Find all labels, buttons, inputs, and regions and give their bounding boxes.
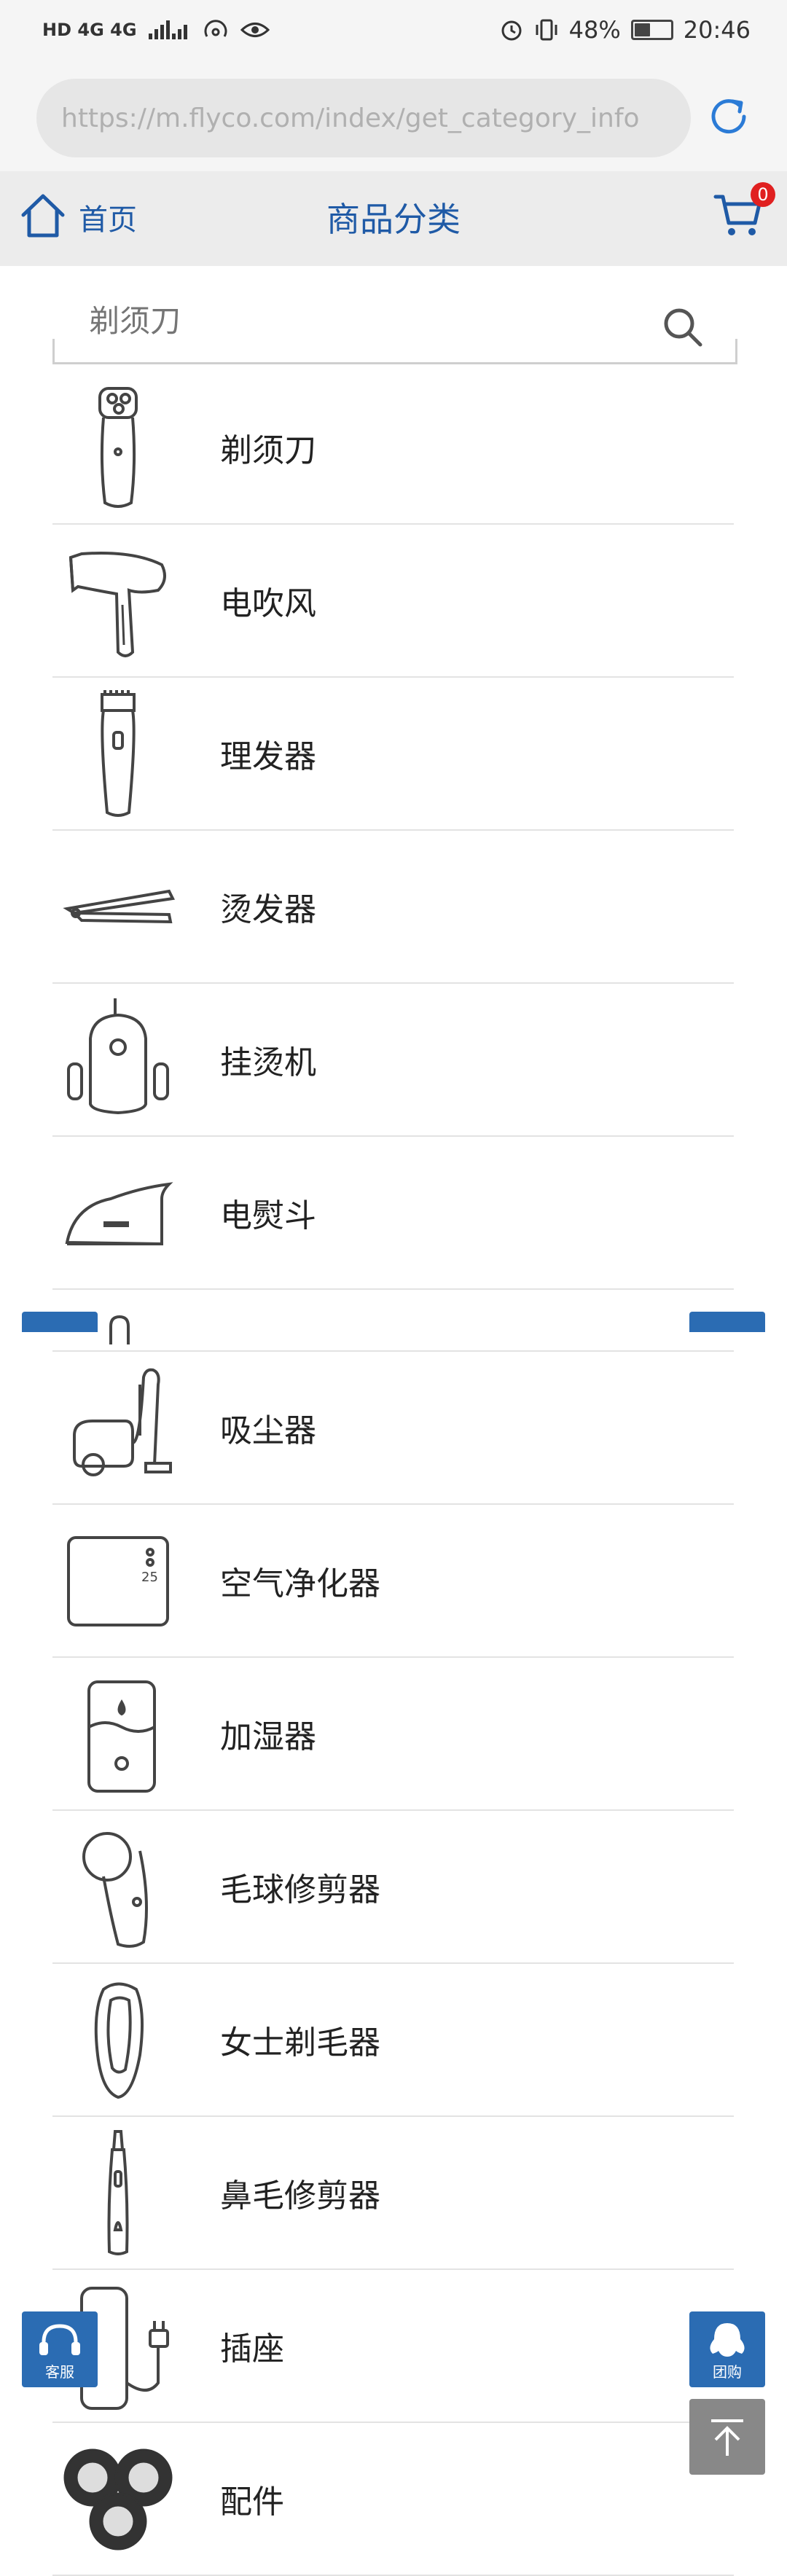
- category-item-hair-clipper[interactable]: 理发器: [52, 678, 734, 831]
- customer-service-button-partial[interactable]: [22, 1312, 98, 1332]
- category-label: 配件: [220, 2483, 284, 2521]
- svg-text:25: 25: [141, 1570, 158, 1585]
- category-label: 空气净化器: [220, 1565, 380, 1602]
- battery-icon: [630, 20, 673, 40]
- vacuum-cleaner-icon: [73, 1368, 172, 1476]
- status-right: 48% 20:46: [499, 16, 751, 44]
- category-item-lint-remover[interactable]: 毛球修剪器: [52, 1811, 734, 1964]
- alarm-icon: [501, 20, 522, 41]
- category-label: 鼻毛修剪器: [220, 2177, 380, 2215]
- iron-icon: [65, 1182, 173, 1246]
- category-label: 烫发器: [220, 891, 316, 928]
- cart-count-badge: 0: [751, 182, 775, 207]
- nose-trimmer-icon: [107, 2130, 129, 2255]
- category-label: 电熨斗: [220, 1197, 316, 1234]
- lint-remover-icon: [82, 1832, 148, 1948]
- qq-penguin-icon: [710, 2323, 745, 2357]
- category-label: 电吹风: [220, 585, 316, 622]
- category-item-partial[interactable]: [52, 1290, 734, 1352]
- url-text: https://m.flyco.com/index/get_category_i…: [61, 103, 640, 133]
- network-indicators: HD 4G 4G: [42, 20, 137, 40]
- group-buy-button-partial[interactable]: [689, 1312, 765, 1332]
- headset-icon: [39, 2324, 80, 2355]
- category-label: 吸尘器: [220, 1412, 316, 1449]
- page-title: 商品分类: [326, 200, 461, 239]
- humidifier-icon: [87, 1680, 156, 1793]
- search-input[interactable]: [87, 302, 644, 340]
- category-item-power-strip[interactable]: 插座: [52, 2270, 734, 2423]
- status-bar: HD 4G 4G 48% 20:46: [0, 0, 787, 66]
- category-item-shaver[interactable]: 剃须刀: [52, 372, 734, 525]
- arrow-up-icon: [711, 2419, 743, 2456]
- category-item-nose-trimmer[interactable]: 鼻毛修剪器: [52, 2117, 734, 2270]
- category-label: 剃须刀: [220, 432, 316, 469]
- signal-icon: [148, 20, 187, 39]
- search-icon[interactable]: [659, 304, 706, 351]
- shaver-icon: [98, 387, 138, 508]
- customer-service-button[interactable]: 客服: [22, 2311, 98, 2387]
- hair-clipper-icon: [101, 690, 136, 817]
- category-label: 女士剃毛器: [220, 2024, 380, 2062]
- air-purifier-icon: 25: [67, 1536, 169, 1626]
- clock-time: 20:46: [683, 16, 751, 44]
- scroll-to-top-button[interactable]: [689, 2399, 765, 2475]
- vibrate-icon: [536, 19, 557, 41]
- category-item-hair-straightener[interactable]: 烫发器: [52, 831, 734, 984]
- category-item-iron[interactable]: 电熨斗: [52, 1137, 734, 1290]
- wifi-hotspot-icon: [204, 20, 227, 37]
- page-header: 首页 商品分类 0: [0, 171, 787, 266]
- category-item-air-purifier[interactable]: 25 空气净化器: [52, 1505, 734, 1658]
- battery-percent: 48%: [568, 16, 621, 44]
- group-buy-button[interactable]: 团购: [689, 2311, 765, 2387]
- category-item-vacuum-cleaner[interactable]: 吸尘器: [52, 1352, 734, 1505]
- category-item-humidifier[interactable]: 加湿器: [52, 1658, 734, 1811]
- category-label: 理发器: [220, 738, 316, 775]
- category-item-hair-dryer[interactable]: 电吹风: [52, 525, 734, 678]
- category-label: 插座: [220, 2330, 284, 2368]
- eye-icon: [240, 23, 270, 37]
- search-box: [52, 288, 737, 364]
- category-label: 毛球修剪器: [220, 1871, 380, 1908]
- category-label: 加湿器: [220, 1718, 316, 1755]
- hair-dryer-icon: [68, 552, 166, 657]
- refresh-icon[interactable]: [703, 91, 754, 142]
- group-buy-label: 团购: [713, 2363, 742, 2381]
- category-label: 挂烫机: [220, 1044, 316, 1081]
- category-item-accessories[interactable]: 配件: [52, 2423, 734, 2576]
- lady-shaver-icon: [94, 1982, 144, 2099]
- battery-fill: [634, 23, 650, 36]
- garment-steamer-icon: [67, 998, 169, 1115]
- customer-service-label: 客服: [45, 2363, 74, 2381]
- shaver-heads-icon: [63, 2448, 173, 2550]
- hair-straightener-icon: [63, 889, 176, 924]
- url-input[interactable]: https://m.flyco.com/index/get_category_i…: [36, 79, 691, 157]
- category-item-lady-shaver[interactable]: 女士剃毛器: [52, 1964, 734, 2117]
- category-item-garment-steamer[interactable]: 挂烫机: [52, 984, 734, 1137]
- status-left: HD 4G 4G: [42, 17, 270, 42]
- browser-url-bar: https://m.flyco.com/index/get_category_i…: [0, 66, 787, 171]
